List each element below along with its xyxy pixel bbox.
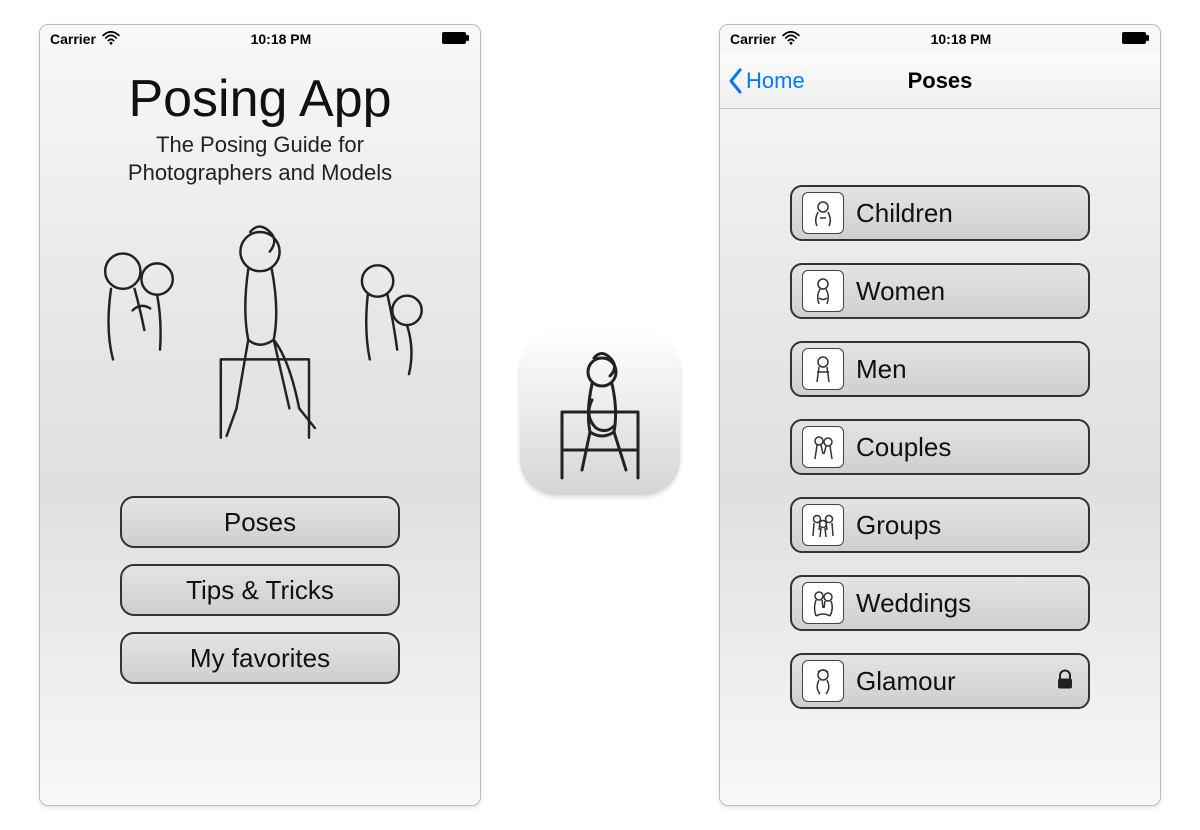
home-content: Posing App The Posing Guide for Photogra… bbox=[40, 53, 480, 805]
carrier-label: Carrier bbox=[730, 31, 776, 47]
category-women[interactable]: Women bbox=[790, 263, 1090, 319]
weddings-icon bbox=[802, 582, 844, 624]
lock-icon bbox=[1056, 666, 1074, 697]
poses-button-label: Poses bbox=[224, 507, 296, 538]
battery-icon bbox=[442, 31, 470, 48]
category-label: Groups bbox=[856, 510, 941, 541]
groups-icon bbox=[802, 504, 844, 546]
category-couples[interactable]: Couples bbox=[790, 419, 1090, 475]
nav-title: Poses bbox=[908, 68, 973, 94]
category-men[interactable]: Men bbox=[790, 341, 1090, 397]
clock-label: 10:18 PM bbox=[931, 31, 992, 47]
hero-illustration bbox=[64, 200, 456, 460]
category-children[interactable]: Children bbox=[790, 185, 1090, 241]
category-label: Women bbox=[856, 276, 945, 307]
category-label: Glamour bbox=[856, 666, 956, 697]
app-icon bbox=[520, 335, 680, 495]
app-icon-illustration bbox=[540, 350, 660, 480]
category-label: Weddings bbox=[856, 588, 971, 619]
battery-icon bbox=[1122, 31, 1150, 48]
status-bar: Carrier 10:18 PM bbox=[720, 25, 1160, 53]
category-glamour[interactable]: Glamour bbox=[790, 653, 1090, 709]
category-list: Children Women Men Couples Groups Weddin… bbox=[720, 109, 1160, 805]
home-screen: Carrier 10:18 PM Posing App The Posing G… bbox=[40, 25, 480, 805]
poses-screen: Carrier 10:18 PM Home Poses Children Wom… bbox=[720, 25, 1160, 805]
nav-bar: Home Poses bbox=[720, 53, 1160, 109]
women-icon bbox=[802, 270, 844, 312]
category-weddings[interactable]: Weddings bbox=[790, 575, 1090, 631]
clock-label: 10:18 PM bbox=[251, 31, 312, 47]
wifi-icon bbox=[782, 31, 800, 48]
couples-icon bbox=[802, 426, 844, 468]
children-icon bbox=[802, 192, 844, 234]
app-title: Posing App bbox=[128, 73, 391, 125]
poses-button[interactable]: Poses bbox=[120, 496, 400, 548]
tips-button[interactable]: Tips & Tricks bbox=[120, 564, 400, 616]
wifi-icon bbox=[102, 31, 120, 48]
chevron-left-icon bbox=[728, 68, 744, 94]
carrier-label: Carrier bbox=[50, 31, 96, 47]
favorites-button[interactable]: My favorites bbox=[120, 632, 400, 684]
category-label: Children bbox=[856, 198, 953, 229]
category-label: Men bbox=[856, 354, 907, 385]
category-label: Couples bbox=[856, 432, 951, 463]
favorites-button-label: My favorites bbox=[190, 643, 330, 674]
back-button[interactable]: Home bbox=[728, 53, 805, 108]
back-label: Home bbox=[746, 68, 805, 94]
app-subtitle: The Posing Guide for Photographers and M… bbox=[128, 131, 392, 186]
status-bar: Carrier 10:18 PM bbox=[40, 25, 480, 53]
men-icon bbox=[802, 348, 844, 390]
tips-button-label: Tips & Tricks bbox=[186, 575, 334, 606]
category-groups[interactable]: Groups bbox=[790, 497, 1090, 553]
glamour-icon bbox=[802, 660, 844, 702]
